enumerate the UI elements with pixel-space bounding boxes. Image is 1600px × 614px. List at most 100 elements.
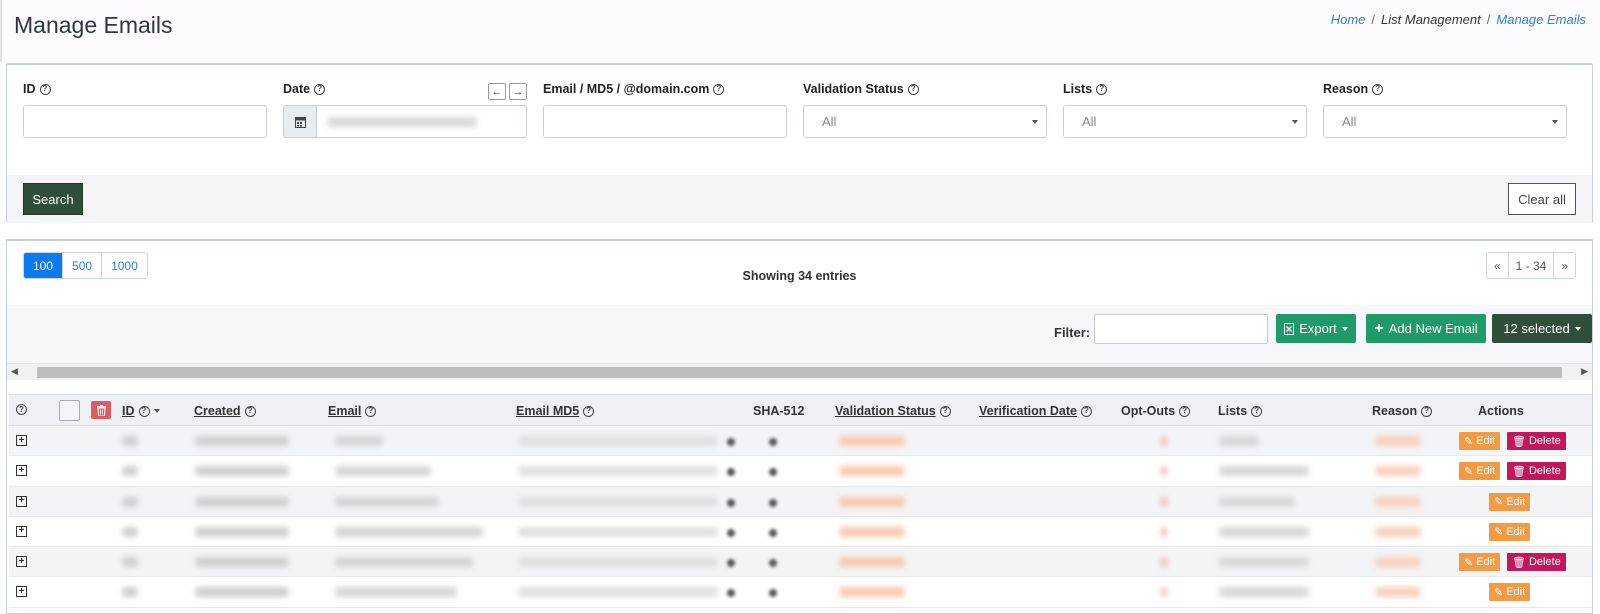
- edit-button[interactable]: ✎ Edit: [1459, 553, 1501, 572]
- column-email-md5[interactable]: Email MD5?: [516, 404, 595, 418]
- sha512-icon[interactable]: [769, 528, 777, 537]
- sha512-icon[interactable]: [769, 559, 777, 568]
- search-button[interactable]: Search: [23, 183, 83, 215]
- columns-help-icon[interactable]: ?: [16, 404, 27, 415]
- date-range-value-redacted: [327, 116, 477, 127]
- filter-panel: ID? Date? ← → Email / MD5 / @domain.com?: [6, 63, 1593, 223]
- export-button[interactable]: Export: [1276, 314, 1356, 343]
- pagination-next[interactable]: »: [1554, 253, 1575, 278]
- sha512-icon[interactable]: [769, 589, 777, 598]
- excel-file-icon: [1284, 322, 1295, 335]
- expand-row-icon[interactable]: +: [16, 465, 27, 477]
- table-row: + ✎ Edit 🗑 Delete: [9, 426, 1592, 457]
- sha512-icon[interactable]: [769, 468, 777, 477]
- help-icon[interactable]: ?: [713, 83, 725, 95]
- page-header: Manage Emails Home / List Management / Manag…: [0, 0, 1600, 62]
- pagination-current[interactable]: 1 - 34: [1509, 253, 1555, 278]
- horizontal-scrollbar[interactable]: ◀ ▶: [7, 363, 1592, 380]
- scroll-right-icon[interactable]: ▶: [1581, 366, 1588, 377]
- column-reason: Reason?: [1372, 404, 1433, 418]
- delete-button[interactable]: 🗑 Delete: [1507, 462, 1566, 481]
- row-created-redacted: [195, 526, 289, 537]
- reason-select[interactable]: All: [1323, 105, 1567, 138]
- sha512-icon[interactable]: [769, 438, 777, 446]
- pagination-prev[interactable]: «: [1487, 253, 1509, 278]
- date-prev-button[interactable]: ←: [488, 83, 506, 100]
- column-validation-status[interactable]: Validation Status?: [835, 404, 951, 418]
- row-email-redacted: [335, 587, 457, 598]
- filter-id-label: ID: [23, 82, 36, 96]
- lists-select[interactable]: All: [1063, 105, 1307, 138]
- edit-button[interactable]: ✎ Edit: [1489, 522, 1531, 541]
- sha512-icon[interactable]: [769, 498, 777, 507]
- expand-row-icon[interactable]: +: [16, 525, 27, 537]
- calendar-icon[interactable]: [284, 106, 317, 137]
- id-input[interactable]: [23, 105, 267, 138]
- column-created[interactable]: Created?: [194, 404, 256, 418]
- help-icon[interactable]: ?: [39, 83, 51, 95]
- filter-label: Filter:: [1054, 325, 1091, 340]
- row-optouts-redacted: [1161, 436, 1167, 446]
- copy-icon[interactable]: [727, 559, 735, 568]
- copy-icon[interactable]: [727, 438, 735, 446]
- copy-icon[interactable]: [727, 498, 735, 507]
- row-optouts-redacted: [1161, 557, 1167, 568]
- copy-icon[interactable]: [727, 468, 735, 477]
- help-icon[interactable]: ?: [907, 83, 919, 95]
- column-verification-date[interactable]: Verification Date?: [979, 404, 1092, 418]
- page: Manage Emails Home / List Management / Manag…: [0, 0, 1600, 614]
- column-sha512: SHA-512: [753, 404, 805, 418]
- row-id-redacted: [122, 436, 138, 446]
- breadcrumb-manage-emails[interactable]: Manage Emails: [1496, 12, 1586, 27]
- table-header: ? ID? Created? Email? Email MD5? SHA-512…: [9, 394, 1592, 426]
- table-filter-input[interactable]: [1094, 314, 1268, 344]
- edit-icon: ✎: [1494, 496, 1504, 509]
- clear-all-button[interactable]: Clear all: [1508, 183, 1576, 215]
- row-lists-redacted: [1219, 436, 1259, 446]
- expand-row-icon[interactable]: +: [16, 586, 27, 598]
- scrollbar-thumb[interactable]: [37, 367, 1562, 378]
- emails-table-panel: 100 500 1000 Showing 34 entries « 1 - 34…: [6, 239, 1593, 614]
- column-email[interactable]: Email?: [328, 404, 377, 418]
- trash-icon: 🗑: [1512, 556, 1526, 569]
- help-icon[interactable]: ?: [1372, 83, 1384, 95]
- help-icon[interactable]: ?: [1096, 83, 1108, 95]
- expand-row-icon[interactable]: +: [16, 435, 27, 446]
- copy-icon[interactable]: [727, 528, 735, 537]
- delete-button[interactable]: 🗑 Delete: [1507, 553, 1566, 572]
- select-all-checkbox[interactable]: [59, 400, 80, 421]
- plus-icon: +: [1374, 319, 1384, 337]
- row-id-redacted: [122, 587, 138, 598]
- row-reason-redacted: [1375, 526, 1421, 537]
- entries-count: Showing 34 entries: [742, 269, 857, 283]
- delete-button[interactable]: 🗑 Delete: [1507, 432, 1566, 450]
- validation-status-select[interactable]: All: [803, 105, 1047, 138]
- breadcrumb-home[interactable]: Home: [1331, 12, 1366, 27]
- bulk-delete-button[interactable]: [91, 401, 111, 419]
- column-actions: Actions: [1478, 404, 1524, 418]
- expand-row-icon[interactable]: +: [16, 495, 27, 507]
- expand-row-icon[interactable]: +: [16, 556, 27, 568]
- email-input[interactable]: [543, 105, 787, 138]
- copy-icon[interactable]: [727, 589, 735, 598]
- edit-button[interactable]: ✎ Edit: [1489, 492, 1531, 511]
- filter-reason-label: Reason: [1323, 82, 1369, 96]
- date-next-button[interactable]: →: [509, 83, 527, 100]
- date-range-input[interactable]: [283, 105, 527, 138]
- selected-actions-dropdown[interactable]: 12 selected: [1492, 314, 1592, 343]
- row-email-redacted: [335, 526, 483, 537]
- column-id[interactable]: ID?: [122, 404, 160, 418]
- add-new-email-button[interactable]: + Add New Email: [1366, 314, 1486, 343]
- row-lists-redacted: [1219, 557, 1309, 568]
- edit-button[interactable]: ✎ Edit: [1459, 432, 1501, 450]
- filter-email-label: Email / MD5 / @domain.com: [543, 82, 710, 96]
- scroll-left-icon[interactable]: ◀: [11, 366, 18, 377]
- edit-button[interactable]: ✎ Edit: [1489, 583, 1531, 602]
- row-id-redacted: [122, 526, 138, 537]
- chevron-down-icon: [1341, 326, 1348, 331]
- edit-button[interactable]: ✎ Edit: [1459, 462, 1501, 481]
- help-icon[interactable]: ?: [314, 83, 326, 95]
- trash-icon: 🗑: [1512, 465, 1526, 478]
- filter-validation: Validation Status? All: [803, 65, 1047, 175]
- row-reason-redacted: [1375, 557, 1421, 568]
